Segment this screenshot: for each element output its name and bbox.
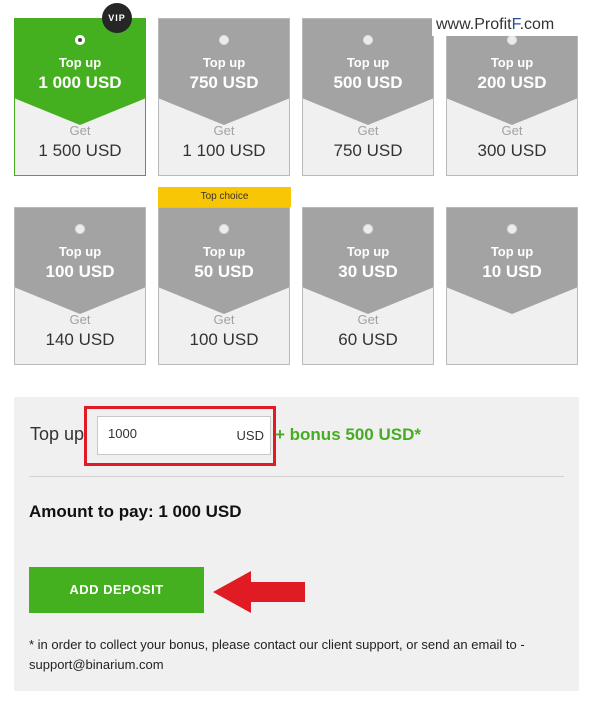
amount-to-pay: Amount to pay: 1 000 USD — [29, 502, 242, 521]
card-get-amount: 60 USD — [338, 330, 398, 349]
topup-option-100[interactable]: Top up 100 USD Get 140 USD — [14, 207, 146, 365]
card-get-label: Get — [213, 312, 235, 327]
watermark: www.ProfitF.com — [432, 14, 582, 36]
topup-option-30[interactable]: Top up 30 USD Get 60 USD — [302, 207, 434, 365]
card-get-amount: 300 USD — [477, 141, 547, 160]
topup-option-50[interactable]: Top up 50 USD Get 100 USD — [158, 207, 290, 365]
radio-icon[interactable] — [507, 35, 517, 45]
radio-icon[interactable] — [507, 224, 517, 234]
card-get-amount: 140 USD — [45, 330, 115, 349]
card-get-amount: 750 USD — [333, 141, 403, 160]
radio-icon[interactable] — [219, 224, 229, 234]
radio-selected-icon[interactable] — [75, 35, 85, 45]
card-topup-label: Top up — [58, 55, 102, 70]
top-choice-badge: Top choice — [158, 187, 291, 207]
card-get-label: Get — [213, 123, 235, 138]
card-topup-amount: 50 USD — [194, 262, 254, 281]
arrow-left-icon — [213, 571, 305, 613]
vip-badge: VIP — [102, 3, 132, 33]
divider — [29, 476, 564, 477]
add-deposit-button[interactable]: ADD DEPOSIT — [29, 567, 204, 613]
card-topup-label: Top up — [202, 244, 246, 259]
card-get-label: Get — [357, 312, 379, 327]
card-topup-label: Top up — [490, 244, 534, 259]
card-topup-amount: 30 USD — [338, 262, 398, 281]
watermark-mid: F — [511, 16, 520, 33]
card-topup-label: Top up — [346, 244, 390, 259]
radio-icon[interactable] — [75, 224, 85, 234]
topup-option-1000[interactable]: Top up 1 000 USD Get 1 500 USD — [14, 18, 146, 176]
topup-label: Top up — [30, 424, 85, 444]
bonus-footnote: * in order to collect your bonus, please… — [29, 637, 525, 672]
card-topup-amount: 200 USD — [477, 73, 547, 92]
card-get-amount: 1 500 USD — [38, 141, 122, 160]
card-get-amount: 100 USD — [189, 330, 259, 349]
card-topup-label: Top up — [346, 55, 390, 70]
watermark-prefix: www.Profit — [436, 16, 512, 33]
watermark-suffix: .com — [519, 16, 555, 33]
card-get-amount: 1 100 USD — [182, 141, 266, 160]
bonus-text: + bonus 500 USD* — [275, 425, 421, 444]
deposit-panel: Top up USD + bonus 500 USD* Amount to pa… — [14, 397, 579, 691]
topup-option-500[interactable]: Top up 500 USD Get 750 USD — [302, 18, 434, 176]
card-get-label: Get — [357, 123, 379, 138]
card-get-label: Get — [501, 123, 523, 138]
radio-icon[interactable] — [363, 224, 373, 234]
card-topup-label: Top up — [58, 244, 102, 259]
card-topup-amount: 500 USD — [333, 73, 403, 92]
card-topup-amount: 10 USD — [482, 262, 542, 281]
radio-icon[interactable] — [219, 35, 229, 45]
card-topup-label: Top up — [490, 55, 534, 70]
card-topup-amount: 100 USD — [45, 262, 115, 281]
topup-option-10[interactable]: Top up 10 USD — [446, 207, 578, 365]
topup-option-750[interactable]: Top up 750 USD Get 1 100 USD — [158, 18, 290, 176]
card-topup-amount: 750 USD — [189, 73, 259, 92]
card-get-label: Get — [69, 312, 91, 327]
radio-icon[interactable] — [363, 35, 373, 45]
card-topup-amount: 1 000 USD — [38, 73, 122, 92]
highlight-box — [84, 406, 276, 466]
topup-option-200[interactable]: Top up 200 USD Get 300 USD — [446, 18, 578, 176]
card-get-label: Get — [69, 123, 91, 138]
card-topup-label: Top up — [202, 55, 246, 70]
